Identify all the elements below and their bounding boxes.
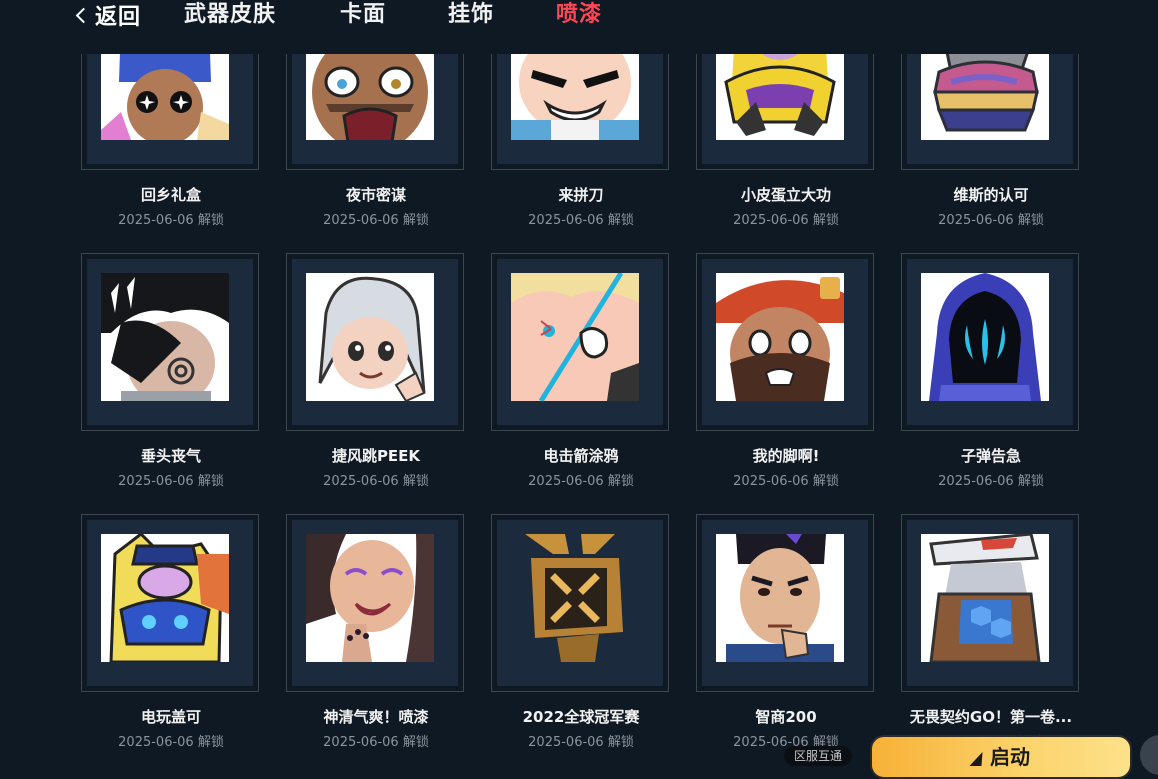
spray-image bbox=[101, 273, 229, 401]
spray-image bbox=[716, 534, 844, 662]
spray-image bbox=[306, 534, 434, 662]
spray-name: 子弹告急 bbox=[960, 447, 1021, 465]
spray-card[interactable]: 电玩盖可 2025-06-06 解锁 bbox=[81, 514, 261, 754]
spray-card[interactable]: 电击箭涂鸦 2025-06-06 解锁 bbox=[491, 253, 671, 493]
unlock-date: 2025-06-06 解锁 bbox=[118, 213, 224, 228]
unlock-date: 2025-06-06 解锁 bbox=[118, 735, 224, 750]
spray-card[interactable]: 捷风跳PEEK 2025-06-06 解锁 bbox=[286, 253, 466, 493]
spray-image bbox=[306, 273, 434, 401]
unlock-date: 2025-06-06 解锁 bbox=[528, 474, 634, 489]
spray-name: 维斯的认可 bbox=[953, 186, 1029, 204]
spray-grid: 回乡礼盒 2025-06-06 解锁 夜市密谋 2025-06-06 解锁 来拼… bbox=[0, 0, 1158, 762]
spray-image bbox=[921, 273, 1049, 401]
spray-name: 电击箭涂鸦 bbox=[543, 447, 619, 465]
spray-image bbox=[101, 534, 229, 662]
spray-name: 无畏契约GO！第一卷... bbox=[909, 708, 1073, 726]
spray-name: 垂头丧气 bbox=[140, 447, 201, 465]
unlock-date: 2025-06-06 解锁 bbox=[733, 474, 839, 489]
spray-card[interactable]: 子弹告急 2025-06-06 解锁 bbox=[901, 253, 1081, 493]
spray-name: 夜市密谋 bbox=[345, 186, 406, 204]
unlock-date: 2025-06-06 解锁 bbox=[528, 735, 634, 750]
launch-label: 启动 bbox=[990, 745, 1030, 769]
spray-card[interactable]: 神清气爽！喷漆 2025-06-06 解锁 bbox=[286, 514, 466, 754]
tab-weapon-skins[interactable]: 武器皮肤 bbox=[184, 0, 276, 30]
unlock-date: 2025-06-06 解锁 bbox=[118, 474, 224, 489]
lightning-icon bbox=[969, 752, 987, 766]
spray-card[interactable]: 我的脚啊! 2025-06-06 解锁 bbox=[696, 253, 876, 493]
unlock-date: 2025-06-06 解锁 bbox=[733, 213, 839, 228]
unlock-date: 2025-06-06 解锁 bbox=[528, 213, 634, 228]
region-badge: 区服互通 bbox=[784, 746, 853, 766]
spray-image bbox=[921, 534, 1049, 662]
spray-name: 回乡礼盒 bbox=[140, 186, 201, 204]
unlock-date: 2025-06-06 解锁 bbox=[733, 735, 839, 750]
spray-card[interactable]: 2022全球冠军赛 2025-06-06 解锁 bbox=[491, 514, 671, 754]
spray-card[interactable]: 垂头丧气 2025-06-06 解锁 bbox=[81, 253, 261, 493]
spray-name: 神清气爽！喷漆 bbox=[323, 708, 429, 726]
unlock-date: 2025-06-06 解锁 bbox=[938, 474, 1044, 489]
back-label: 返回 bbox=[95, 5, 142, 30]
spray-name: 捷风跳PEEK bbox=[331, 447, 421, 465]
spray-name: 智商200 bbox=[755, 708, 817, 726]
tab-cards[interactable]: 卡面 bbox=[340, 0, 386, 30]
spray-name: 电玩盖可 bbox=[140, 708, 201, 726]
unlock-date: 2025-06-06 解锁 bbox=[938, 213, 1044, 228]
top-nav: 返回 武器皮肤 卡面 挂饰 喷漆 bbox=[0, 0, 1158, 54]
spray-image bbox=[511, 534, 639, 662]
tab-sprays[interactable]: 喷漆 bbox=[556, 0, 602, 30]
spray-image bbox=[511, 273, 639, 401]
spray-card[interactable]: 无畏契约GO！第一卷... 2025-06-06 解锁 bbox=[901, 514, 1081, 754]
spray-name: 小皮蛋立大功 bbox=[740, 186, 831, 204]
chevron-left-icon bbox=[75, 7, 92, 24]
spray-name: 我的脚啊! bbox=[752, 447, 820, 465]
launch-button[interactable]: 启动 bbox=[870, 735, 1132, 779]
spray-card[interactable]: 智商200 2025-06-06 解锁 bbox=[696, 514, 876, 754]
spray-name: 来拼刀 bbox=[558, 186, 604, 204]
unlock-date: 2025-06-06 解锁 bbox=[323, 474, 429, 489]
spray-name: 2022全球冠军赛 bbox=[522, 708, 640, 726]
unlock-date: 2025-06-06 解锁 bbox=[323, 735, 429, 750]
unlock-date: 2025-06-06 解锁 bbox=[323, 213, 429, 228]
spray-image bbox=[716, 273, 844, 401]
back-button[interactable]: 返回 bbox=[75, 0, 142, 30]
tab-charms[interactable]: 挂饰 bbox=[448, 0, 494, 30]
